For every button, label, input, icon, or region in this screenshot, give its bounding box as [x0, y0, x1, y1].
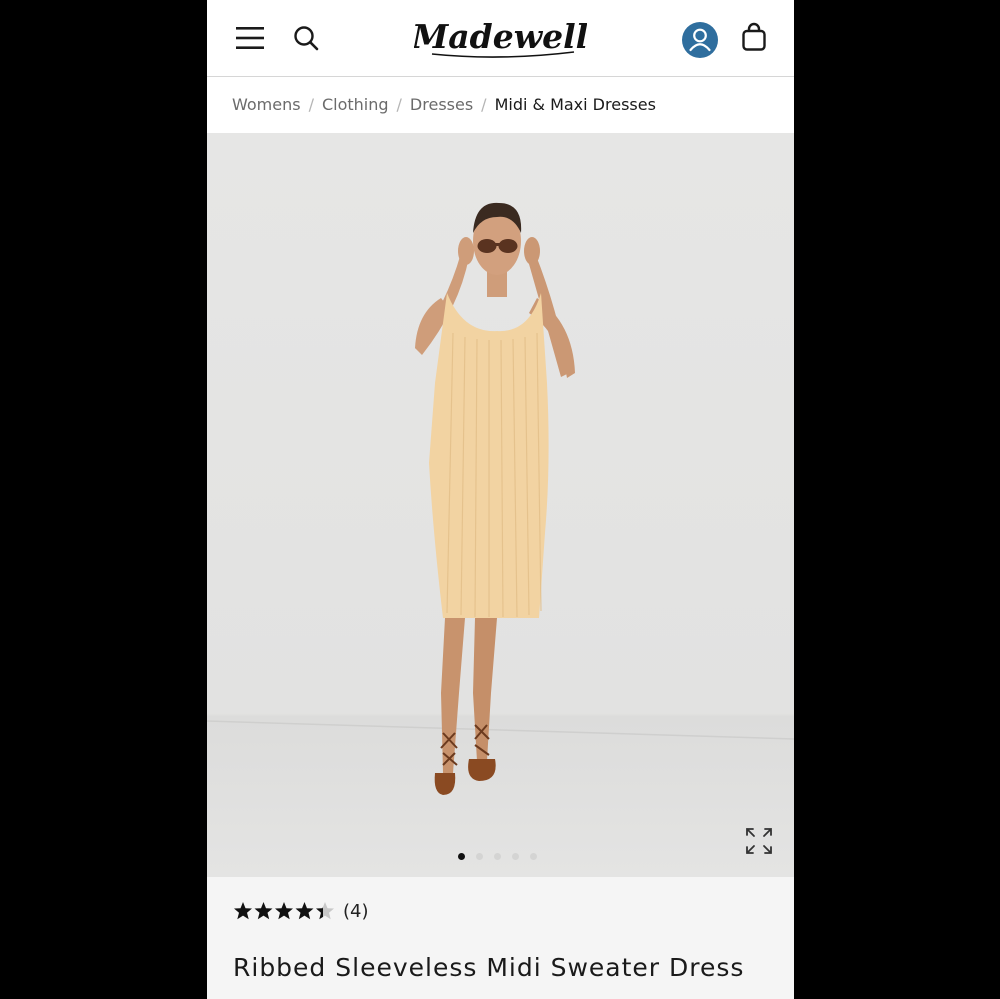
breadcrumb-midi-maxi-dresses[interactable]: Midi & Maxi Dresses	[495, 95, 656, 114]
breadcrumb-separator: /	[308, 94, 314, 114]
brand-wordmark: Madewell	[414, 17, 587, 56]
search-icon[interactable]	[292, 24, 320, 52]
carousel-pagination	[458, 851, 537, 861]
product-photo	[207, 202, 794, 795]
hamburger-menu-icon[interactable]	[234, 24, 266, 52]
carousel-dot[interactable]	[494, 852, 501, 860]
expand-image-icon[interactable]	[744, 826, 774, 856]
madewell-logo[interactable]: Madewell	[414, 14, 587, 62]
breadcrumb-clothing[interactable]: Clothing	[322, 95, 389, 114]
star-rating-icon	[234, 902, 334, 920]
product-image-carousel[interactable]	[207, 133, 794, 877]
breadcrumb-separator: /	[481, 94, 487, 114]
carousel-dot[interactable]	[476, 852, 483, 860]
account-icon[interactable]	[681, 21, 719, 59]
product-title: Ribbed Sleeveless Midi Sweater Dress	[233, 953, 745, 982]
carousel-dot[interactable]	[512, 852, 519, 860]
product-page: Madewell Womens / Clothing / Dresses / M…	[207, 0, 794, 999]
carousel-dot-active[interactable]	[458, 852, 465, 860]
breadcrumb-dresses[interactable]: Dresses	[410, 95, 473, 114]
shopping-bag-icon[interactable]	[741, 22, 767, 52]
breadcrumb-separator: /	[396, 94, 402, 114]
product-rating[interactable]: (4)	[233, 899, 369, 923]
carousel-dot[interactable]	[530, 852, 537, 860]
breadcrumb: Womens / Clothing / Dresses / Midi & Max…	[232, 92, 656, 116]
product-info: (4) Ribbed Sleeveless Midi Sweater Dress	[207, 877, 794, 999]
breadcrumb-womens[interactable]: Womens	[232, 95, 301, 114]
review-count[interactable]: (4)	[343, 901, 369, 922]
site-header: Madewell	[207, 0, 794, 77]
